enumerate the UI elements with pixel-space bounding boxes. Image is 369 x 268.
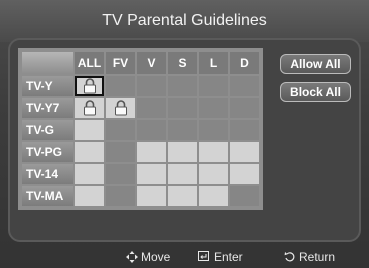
lock-icon: [114, 100, 128, 116]
rating-label: TV-PG: [22, 142, 73, 162]
rating-cell-tv-y-d[interactable]: [230, 76, 259, 96]
column-header-l: L: [199, 52, 228, 74]
rating-label: TV-MA: [22, 186, 73, 206]
column-header-v: V: [137, 52, 166, 74]
move-hint: Move: [126, 250, 170, 264]
rating-cell-tv-ma-fv[interactable]: [106, 186, 135, 206]
rating-row-tv-pg: TV-PG: [22, 142, 259, 162]
rating-label: TV-Y7: [22, 98, 73, 118]
rating-cell-tv-y-l[interactable]: [199, 76, 228, 96]
rating-cell-tv-y-fv[interactable]: [106, 76, 135, 96]
rating-cell-tv-y-all[interactable]: [75, 76, 104, 96]
rating-cell-tv-14-all[interactable]: [75, 164, 104, 184]
block-all-button[interactable]: Block All: [280, 82, 351, 102]
rating-cell-tv-g-fv[interactable]: [106, 120, 135, 140]
rating-cell-tv-pg-l[interactable]: [199, 142, 228, 162]
enter-icon: [198, 251, 209, 261]
rating-cell-tv-ma-v[interactable]: [137, 186, 166, 206]
rating-cell-tv-g-d[interactable]: [230, 120, 259, 140]
rating-label: TV-14: [22, 164, 73, 184]
page-title: TV Parental Guidelines: [0, 0, 369, 42]
rating-cell-tv-g-v[interactable]: [137, 120, 166, 140]
rating-label: TV-G: [22, 120, 73, 140]
rating-row-tv-y7: TV-Y7: [22, 98, 259, 118]
lock-icon: [83, 100, 97, 116]
return-icon: [284, 252, 295, 262]
rating-cell-tv-14-d[interactable]: [230, 164, 259, 184]
move-arrows-icon: [126, 251, 138, 263]
rating-cell-tv-ma-l[interactable]: [199, 186, 228, 206]
rating-cell-tv-pg-v[interactable]: [137, 142, 166, 162]
rating-cell-tv-14-fv[interactable]: [106, 164, 135, 184]
allow-all-button[interactable]: Allow All: [280, 54, 351, 74]
grid-corner-cell: [22, 52, 73, 74]
rating-row-tv-g: TV-G: [22, 120, 259, 140]
return-hint: Return: [284, 250, 335, 264]
lock-icon: [83, 78, 97, 94]
rating-label: TV-Y: [22, 76, 73, 96]
rating-row-tv-14: TV-14: [22, 164, 259, 184]
grid-header-row: ALL FV V S L D: [22, 52, 259, 74]
rating-cell-tv-y-s[interactable]: [168, 76, 197, 96]
rating-cell-tv-14-v[interactable]: [137, 164, 166, 184]
column-header-fv: FV: [106, 52, 135, 74]
rating-cell-tv-y7-v[interactable]: [137, 98, 166, 118]
rating-cell-tv-14-l[interactable]: [199, 164, 228, 184]
rating-cell-tv-pg-all[interactable]: [75, 142, 104, 162]
rating-cell-tv-y7-all[interactable]: [75, 98, 104, 118]
rating-cell-tv-g-all[interactable]: [75, 120, 104, 140]
column-header-d: D: [230, 52, 259, 74]
rating-row-tv-ma: TV-MA: [22, 186, 259, 206]
enter-hint: Enter: [198, 250, 243, 264]
rating-cell-tv-y7-l[interactable]: [199, 98, 228, 118]
rating-cell-tv-pg-s[interactable]: [168, 142, 197, 162]
rating-cell-tv-y7-s[interactable]: [168, 98, 197, 118]
rating-cell-tv-y-v[interactable]: [137, 76, 166, 96]
rating-cell-tv-ma-s[interactable]: [168, 186, 197, 206]
rating-cell-tv-g-s[interactable]: [168, 120, 197, 140]
ratings-grid: ALL FV V S L D TV-Y TV-Y7 TV-G TV-PG TV-14 TV-MA: [18, 48, 263, 210]
rating-cell-tv-y7-fv[interactable]: [106, 98, 135, 118]
footer-hints: Move Enter Return: [0, 246, 369, 268]
rating-cell-tv-y7-d[interactable]: [230, 98, 259, 118]
rating-cell-tv-g-l[interactable]: [199, 120, 228, 140]
enter-hint-label: Enter: [214, 250, 243, 264]
rating-cell-tv-pg-d[interactable]: [230, 142, 259, 162]
tv-menu-screen: TV Parental Guidelines ALL FV V S L D TV-Y TV-…: [0, 0, 369, 268]
column-header-all: ALL: [75, 52, 104, 74]
rating-cell-tv-ma-all[interactable]: [75, 186, 104, 206]
column-header-s: S: [168, 52, 197, 74]
rating-cell-tv-ma-d[interactable]: [230, 186, 259, 206]
rating-cell-tv-14-s[interactable]: [168, 164, 197, 184]
rating-cell-tv-pg-fv[interactable]: [106, 142, 135, 162]
move-hint-label: Move: [141, 250, 171, 264]
rating-row-tv-y: TV-Y: [22, 76, 259, 96]
return-hint-label: Return: [299, 250, 336, 264]
